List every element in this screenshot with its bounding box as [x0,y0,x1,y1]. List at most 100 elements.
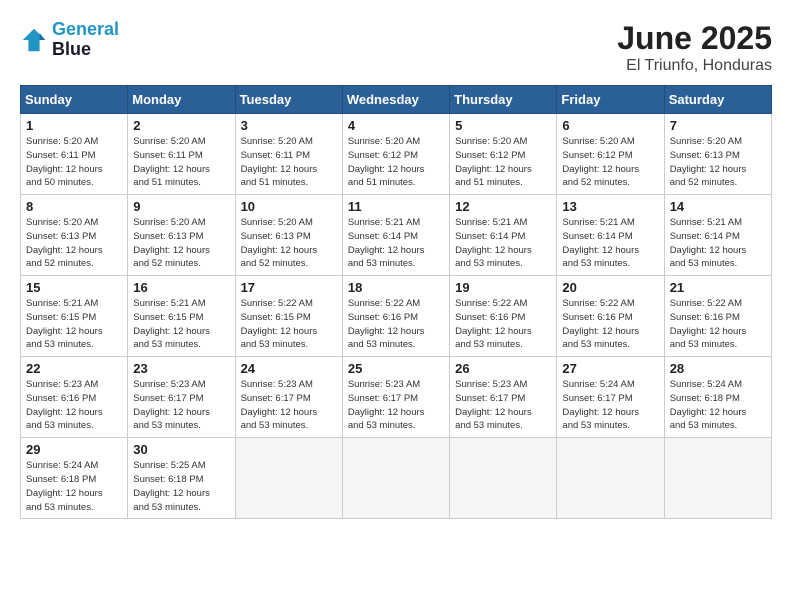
day-info: Sunrise: 5:23 AMSunset: 6:16 PMDaylight:… [26,378,122,433]
day-info: Sunrise: 5:21 AMSunset: 6:14 PMDaylight:… [670,216,766,271]
day-info: Sunrise: 5:21 AMSunset: 6:15 PMDaylight:… [26,297,122,352]
day-number: 29 [26,442,122,457]
calendar-cell: 18Sunrise: 5:22 AMSunset: 6:16 PMDayligh… [342,276,449,357]
calendar-cell: 11 Sunrise: 5:21 AMSunset: 6:14 PMDayligh… [342,195,449,276]
calendar-cell: 2 Sunrise: 5:20 AMSunset: 6:11 PMDaylight… [128,114,235,195]
day-number: 20 [562,280,658,295]
month-title: June 2025 [617,20,772,57]
page-container: General Blue June 2025 El Triunfo, Hondu… [20,20,772,519]
day-info: Sunrise: 5:20 AMSunset: 6:11 PMDaylight:… [133,135,229,190]
day-info: Sunrise: 5:20 AMSunset: 6:12 PMDaylight:… [455,135,551,190]
day-info: Sunrise: 5:23 AMSunset: 6:17 PMDaylight:… [455,378,551,433]
header: General Blue June 2025 El Triunfo, Hondu… [20,20,772,75]
calendar-cell: 26 Sunrise: 5:23 AMSunset: 6:17 PMDayligh… [450,357,557,438]
calendar-header-wednesday: Wednesday [342,86,449,114]
calendar-cell: 16 Sunrise: 5:21 AMSunset: 6:15 PMDayligh… [128,276,235,357]
day-info: Sunrise: 5:24 AMSunset: 6:18 PMDaylight:… [670,378,766,433]
day-number: 1 [26,118,122,133]
day-info: Sunrise: 5:23 AMSunset: 6:17 PMDaylight:… [241,378,337,433]
day-number: 8 [26,199,122,214]
calendar-cell: 4Sunrise: 5:20 AMSunset: 6:12 PMDaylight… [342,114,449,195]
day-info: Sunrise: 5:20 AMSunset: 6:13 PMDaylight:… [670,135,766,190]
day-info: Sunrise: 5:22 AMSunset: 6:16 PMDaylight:… [670,297,766,352]
calendar-cell: 5 Sunrise: 5:20 AMSunset: 6:12 PMDaylight… [450,114,557,195]
calendar-header-friday: Friday [557,86,664,114]
calendar-cell: 10Sunrise: 5:20 AMSunset: 6:13 PMDayligh… [235,195,342,276]
day-number: 17 [241,280,337,295]
day-number: 10 [241,199,337,214]
calendar-week-4: 22 Sunrise: 5:23 AMSunset: 6:16 PMDayligh… [21,357,772,438]
calendar-cell: 22 Sunrise: 5:23 AMSunset: 6:16 PMDayligh… [21,357,128,438]
day-number: 26 [455,361,551,376]
calendar-week-5: 29 Sunrise: 5:24 AMSunset: 6:18 PMDayligh… [21,438,772,519]
day-number: 16 [133,280,229,295]
day-info: Sunrise: 5:24 AMSunset: 6:18 PMDaylight:… [26,459,122,514]
calendar-cell: 21 Sunrise: 5:22 AMSunset: 6:16 PMDayligh… [664,276,771,357]
day-info: Sunrise: 5:24 AMSunset: 6:17 PMDaylight:… [562,378,658,433]
day-number: 4 [348,118,444,133]
day-info: Sunrise: 5:21 AMSunset: 6:14 PMDaylight:… [562,216,658,271]
calendar-cell: 25Sunrise: 5:23 AMSunset: 6:17 PMDayligh… [342,357,449,438]
logo-text: General Blue [52,20,119,60]
day-info: Sunrise: 5:23 AMSunset: 6:17 PMDaylight:… [348,378,444,433]
day-number: 30 [133,442,229,457]
calendar-cell: 9Sunrise: 5:20 AMSunset: 6:13 PMDaylight… [128,195,235,276]
day-number: 2 [133,118,229,133]
day-number: 27 [562,361,658,376]
day-number: 5 [455,118,551,133]
day-info: Sunrise: 5:21 AMSunset: 6:14 PMDaylight:… [455,216,551,271]
day-number: 12 [455,199,551,214]
calendar-cell [235,438,342,519]
location-title: El Triunfo, Honduras [617,57,772,75]
day-info: Sunrise: 5:21 AMSunset: 6:15 PMDaylight:… [133,297,229,352]
day-number: 19 [455,280,551,295]
day-number: 14 [670,199,766,214]
title-area: June 2025 El Triunfo, Honduras [617,20,772,75]
day-info: Sunrise: 5:22 AMSunset: 6:16 PMDaylight:… [562,297,658,352]
calendar-cell [342,438,449,519]
day-number: 22 [26,361,122,376]
day-number: 24 [241,361,337,376]
day-info: Sunrise: 5:22 AMSunset: 6:15 PMDaylight:… [241,297,337,352]
calendar-cell: 30 Sunrise: 5:25 AMSunset: 6:18 PMDayligh… [128,438,235,519]
day-info: Sunrise: 5:20 AMSunset: 6:11 PMDaylight:… [26,135,122,190]
calendar-cell: 24 Sunrise: 5:23 AMSunset: 6:17 PMDayligh… [235,357,342,438]
calendar-cell: 17 Sunrise: 5:22 AMSunset: 6:15 PMDayligh… [235,276,342,357]
calendar-cell: 27 Sunrise: 5:24 AMSunset: 6:17 PMDayligh… [557,357,664,438]
calendar-cell: 29 Sunrise: 5:24 AMSunset: 6:18 PMDayligh… [21,438,128,519]
day-number: 18 [348,280,444,295]
calendar-cell [557,438,664,519]
calendar-cell [450,438,557,519]
day-number: 6 [562,118,658,133]
calendar-week-1: 1 Sunrise: 5:20 AMSunset: 6:11 PMDaylight… [21,114,772,195]
calendar-cell: 14 Sunrise: 5:21 AMSunset: 6:14 PMDayligh… [664,195,771,276]
calendar-cell: 28 Sunrise: 5:24 AMSunset: 6:18 PMDayligh… [664,357,771,438]
calendar-cell: 6 Sunrise: 5:20 AMSunset: 6:12 PMDaylight… [557,114,664,195]
day-info: Sunrise: 5:23 AMSunset: 6:17 PMDaylight:… [133,378,229,433]
day-number: 21 [670,280,766,295]
day-info: Sunrise: 5:20 AMSunset: 6:12 PMDaylight:… [562,135,658,190]
calendar: SundayMondayTuesdayWednesdayThursdayFrid… [20,85,772,519]
calendar-cell [664,438,771,519]
day-number: 7 [670,118,766,133]
logo-icon [20,26,48,54]
calendar-week-3: 15Sunrise: 5:21 AMSunset: 6:15 PMDayligh… [21,276,772,357]
calendar-header-saturday: Saturday [664,86,771,114]
calendar-week-2: 8 Sunrise: 5:20 AMSunset: 6:13 PMDaylight… [21,195,772,276]
calendar-cell: 20 Sunrise: 5:22 AMSunset: 6:16 PMDayligh… [557,276,664,357]
logo: General Blue [20,20,119,60]
day-info: Sunrise: 5:21 AMSunset: 6:14 PMDaylight:… [348,216,444,271]
day-info: Sunrise: 5:25 AMSunset: 6:18 PMDaylight:… [133,459,229,514]
day-info: Sunrise: 5:20 AMSunset: 6:11 PMDaylight:… [241,135,337,190]
day-number: 11 [348,199,444,214]
calendar-header-monday: Monday [128,86,235,114]
calendar-cell: 19Sunrise: 5:22 AMSunset: 6:16 PMDayligh… [450,276,557,357]
calendar-cell: 3 Sunrise: 5:20 AMSunset: 6:11 PMDaylight… [235,114,342,195]
calendar-cell: 12 Sunrise: 5:21 AMSunset: 6:14 PMDayligh… [450,195,557,276]
calendar-header-thursday: Thursday [450,86,557,114]
day-number: 3 [241,118,337,133]
day-info: Sunrise: 5:20 AMSunset: 6:13 PMDaylight:… [133,216,229,271]
day-number: 28 [670,361,766,376]
calendar-cell: 13Sunrise: 5:21 AMSunset: 6:14 PMDayligh… [557,195,664,276]
day-number: 23 [133,361,229,376]
